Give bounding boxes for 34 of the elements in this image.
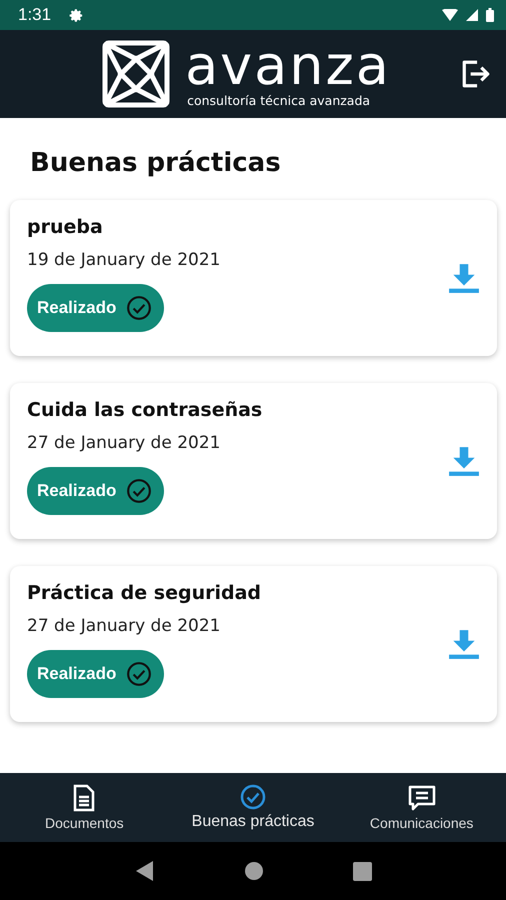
- card-date: 19 de January de 2021: [27, 249, 222, 272]
- practice-card[interactable]: Práctica de seguridad 27 de January de 2021 Realizado: [10, 566, 497, 722]
- brand-name: avanza: [185, 39, 391, 93]
- battery-icon: [486, 8, 494, 22]
- chat-icon: [406, 784, 437, 812]
- settings-icon: [69, 8, 84, 22]
- card-title: Práctica de seguridad: [27, 581, 262, 606]
- nav-tab[interactable]: Comunicaciones: [337, 773, 506, 842]
- card-date: 27 de January de 2021: [27, 615, 222, 638]
- document-icon: [72, 784, 96, 812]
- logout-icon[interactable]: [460, 58, 492, 90]
- nav-tab[interactable]: Buenas prácticas: [168, 773, 338, 842]
- download-icon[interactable]: [448, 628, 480, 660]
- status-badge: Realizado: [27, 467, 164, 515]
- home-icon[interactable]: [244, 861, 264, 881]
- recents-icon[interactable]: [352, 862, 372, 880]
- clock-time: 1:31: [18, 5, 52, 25]
- brand-tagline: consultoría técnica avanzada: [186, 93, 372, 109]
- download-icon[interactable]: [448, 262, 480, 294]
- status-badge: Realizado: [27, 284, 164, 332]
- page-title: Buenas prácticas: [30, 147, 282, 180]
- practice-card[interactable]: Cuida las contraseñas 27 de January de 2021 Realizado: [10, 383, 497, 539]
- wifi-icon: [442, 9, 458, 21]
- practice-card[interactable]: prueba 19 de January de 2021 Realizado: [10, 200, 497, 356]
- card-date: 27 de January de 2021: [27, 432, 222, 455]
- download-icon[interactable]: [448, 445, 480, 477]
- back-icon[interactable]: [134, 860, 154, 882]
- logo-icon: [101, 39, 172, 109]
- card-title: prueba: [27, 215, 104, 240]
- signal-icon: [466, 9, 478, 21]
- check-circle-icon: [240, 784, 266, 810]
- status-badge: Realizado: [27, 650, 164, 698]
- nav-tab[interactable]: Documentos: [0, 773, 169, 842]
- card-title: Cuida las contraseñas: [27, 398, 264, 423]
